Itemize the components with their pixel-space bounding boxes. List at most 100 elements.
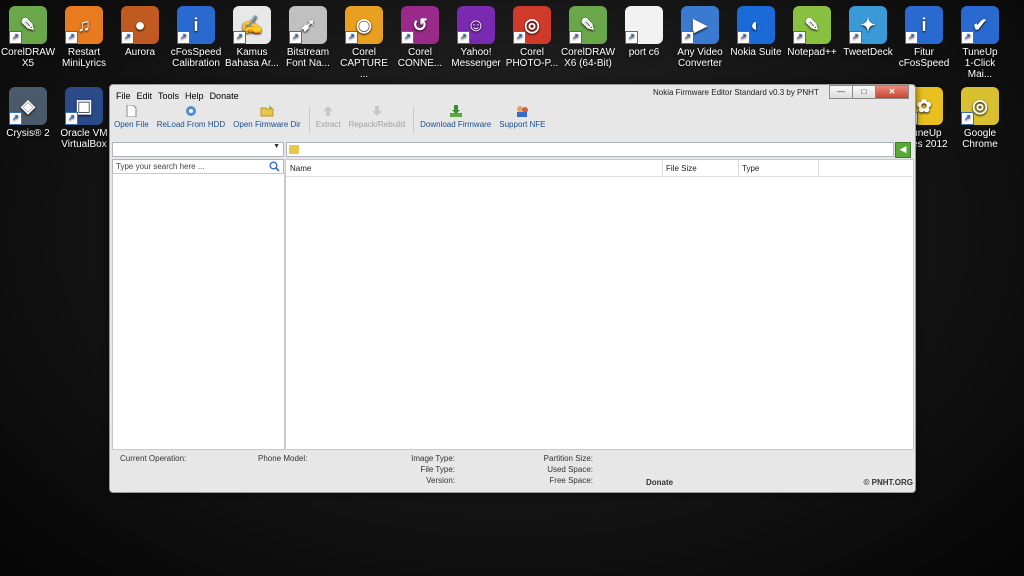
- desktop-icon-port-c6[interactable]: ↗ port c6: [616, 6, 672, 58]
- chevron-down-icon[interactable]: ▼: [273, 143, 280, 150]
- desktop-icon-fitur-cfosspeed[interactable]: i ↗ Fitur cFosSpeed: [896, 6, 952, 69]
- toolbar-separator: [413, 107, 415, 133]
- corel-photo-paint-icon: ◎ ↗: [513, 6, 551, 44]
- column-divider[interactable]: [738, 160, 739, 176]
- desktop-icon-google-chrome[interactable]: ◎ ↗ Google Chrome: [952, 87, 1008, 150]
- desktop-icon-kamus-bahasa[interactable]: ✍ ↗ Kamus Bahasa Ar...: [224, 6, 280, 69]
- path-input[interactable]: [286, 142, 894, 157]
- file-list[interactable]: Name File Size Type: [285, 159, 914, 450]
- desktop-icon-yahoo-messenger[interactable]: ☺ ↗ Yahoo! Messenger: [448, 6, 504, 69]
- pnht-site-link[interactable]: © PNHT.ORG: [864, 478, 913, 487]
- support-nfe-button[interactable]: Support NFE: [499, 105, 546, 129]
- coreldraw-x5-icon: ✎ ↗: [9, 6, 47, 44]
- shortcut-arrow-icon: ↗: [121, 31, 134, 44]
- tree-pane[interactable]: [112, 173, 285, 450]
- search-icon[interactable]: [269, 161, 280, 172]
- desktop-icon-notepad-plus-plus[interactable]: ✎ ↗ Notepad++: [784, 6, 840, 58]
- bitstream-font-navigator-icon: ➹ ↗: [289, 6, 327, 44]
- shortcut-arrow-icon: ↗: [569, 31, 582, 44]
- folder-open-icon: [260, 105, 274, 117]
- firmware-combo[interactable]: ▼: [112, 142, 284, 157]
- reload-icon: [185, 106, 196, 116]
- close-button[interactable]: ✕: [875, 85, 909, 99]
- search-placeholder: Type your search here ...: [116, 162, 205, 171]
- desktop-icon-any-video-converter[interactable]: ▶ ↗ Any Video Converter: [672, 6, 728, 69]
- download-firmware-button[interactable]: Download Firmware: [420, 105, 491, 129]
- desktop-icon-aurora[interactable]: ● ↗ Aurora: [112, 6, 168, 58]
- column-type-header[interactable]: Type: [742, 164, 759, 173]
- image-type-label: Image Type:: [411, 454, 455, 463]
- download-icon: [449, 105, 462, 117]
- desktop-icon-label: Any Video Converter: [677, 47, 723, 69]
- corel-capture-icon: ◉ ↗: [345, 6, 383, 44]
- desktop-icon-label: Aurora: [124, 47, 155, 58]
- donate-link[interactable]: Donate: [646, 478, 673, 487]
- desktop-icon-oracle-vm-virtualbox[interactable]: ▣ ↗ Oracle VM VirtualBox: [56, 87, 112, 150]
- desktop-icon-label: Corel CAPTURE ...: [340, 47, 388, 80]
- desktop-icon-nokia-suite[interactable]: ◐ ↗ Nokia Suite: [728, 6, 784, 58]
- shortcut-arrow-icon: ↗: [681, 31, 694, 44]
- maximize-button[interactable]: □: [852, 85, 876, 99]
- minimize-button[interactable]: —: [829, 85, 853, 99]
- shortcut-arrow-icon: ↗: [177, 31, 190, 44]
- shortcut-arrow-icon: ↗: [625, 31, 638, 44]
- repack-icon: [371, 106, 382, 116]
- desktop-icon-crysis-2[interactable]: ◈ ↗ Crysis® 2: [0, 87, 56, 139]
- tuneup-1click-icon: ✔ ↗: [961, 6, 999, 44]
- toolbar: Open File ReLoad From HDD Open Firmware …: [110, 105, 915, 139]
- desktop-icon-cfosspeed-calibration[interactable]: i ↗ cFosSpeed Calibration: [168, 6, 224, 69]
- open-file-label: Open File: [114, 120, 149, 129]
- column-divider[interactable]: [662, 160, 663, 176]
- support-icon: [517, 106, 529, 117]
- desktop-icon-label: Yahoo! Messenger: [451, 47, 501, 69]
- extract-button[interactable]: Extract: [316, 105, 341, 129]
- free-space-label: Free Space:: [549, 476, 593, 485]
- partition-size-label: Partition Size:: [543, 454, 593, 463]
- desktop-icon-tweetdeck[interactable]: ✦ ↗ TweetDeck: [840, 6, 896, 58]
- coreldraw-x6-icon: ✎ ↗: [569, 6, 607, 44]
- version-label: Version:: [426, 476, 455, 485]
- shortcut-arrow-icon: ↗: [513, 31, 526, 44]
- file-icon: [126, 105, 137, 117]
- desktop-icon-coreldraw-x6[interactable]: ✎ ↗ CorelDRAW X6 (64-Bit): [560, 6, 616, 69]
- repack-button[interactable]: Repack/Rebuild: [349, 105, 405, 129]
- file-type-label: File Type:: [420, 465, 455, 474]
- shortcut-arrow-icon: ↗: [9, 31, 22, 44]
- back-arrow-icon: ◀: [899, 144, 907, 154]
- menu-donate[interactable]: Donate: [210, 91, 239, 101]
- open-file-button[interactable]: Open File: [114, 105, 149, 129]
- open-dir-button[interactable]: Open Firmware Dir: [233, 105, 301, 129]
- desktop-icon-corel-photo-paint[interactable]: ◎ ↗ Corel PHOTO-P...: [504, 6, 560, 69]
- column-name-header[interactable]: Name: [290, 164, 311, 173]
- desktop-icon-label: Oracle VM VirtualBox: [60, 128, 108, 150]
- desktop-icon-bitstream-font-navigator[interactable]: ➹ ↗ Bitstream Font Na...: [280, 6, 336, 69]
- reload-button[interactable]: ReLoad From HDD: [157, 105, 225, 129]
- aurora-icon: ● ↗: [121, 6, 159, 44]
- extract-icon: [323, 106, 334, 116]
- menu-edit[interactable]: Edit: [137, 91, 153, 101]
- desktop-icon-label: Kamus Bahasa Ar...: [225, 47, 279, 69]
- desktop-icon-corel-connect[interactable]: ↺ ↗ Corel CONNE...: [392, 6, 448, 69]
- search-input[interactable]: Type your search here ...: [112, 159, 284, 174]
- desktop-icon-label: Bitstream Font Na...: [286, 47, 330, 69]
- google-chrome-icon: ◎ ↗: [961, 87, 999, 125]
- reload-label: ReLoad From HDD: [156, 120, 226, 129]
- desktop-icon-corel-capture[interactable]: ◉ ↗ Corel CAPTURE ...: [336, 6, 392, 80]
- desktop-icon-coreldraw-x5[interactable]: ✎ ↗ CorelDRAW X5: [0, 6, 56, 69]
- nokia-suite-icon: ◐ ↗: [737, 6, 775, 44]
- desktop-icon-label: cFosSpeed Calibration: [170, 47, 222, 69]
- column-divider[interactable]: [818, 160, 819, 176]
- download-firmware-label: Download Firmware: [420, 120, 492, 129]
- shortcut-arrow-icon: ↗: [289, 31, 302, 44]
- desktop-icon-restart-minilyrics[interactable]: ♫ ↗ Restart MiniLyrics: [56, 6, 112, 69]
- go-back-button[interactable]: ◀: [895, 142, 911, 158]
- column-size-header[interactable]: File Size: [666, 164, 697, 173]
- desktop-icon-label: Crysis® 2: [6, 128, 50, 139]
- shortcut-arrow-icon: ↗: [961, 31, 974, 44]
- extract-label: Extract: [315, 120, 341, 129]
- menu-tools[interactable]: Tools: [158, 91, 179, 101]
- menu-help[interactable]: Help: [185, 91, 204, 101]
- desktop-icon-tuneup-1click[interactable]: ✔ ↗ TuneUp 1-Click Mai...: [952, 6, 1008, 80]
- menu-file[interactable]: File: [116, 91, 131, 101]
- support-nfe-label: Support NFE: [499, 120, 546, 129]
